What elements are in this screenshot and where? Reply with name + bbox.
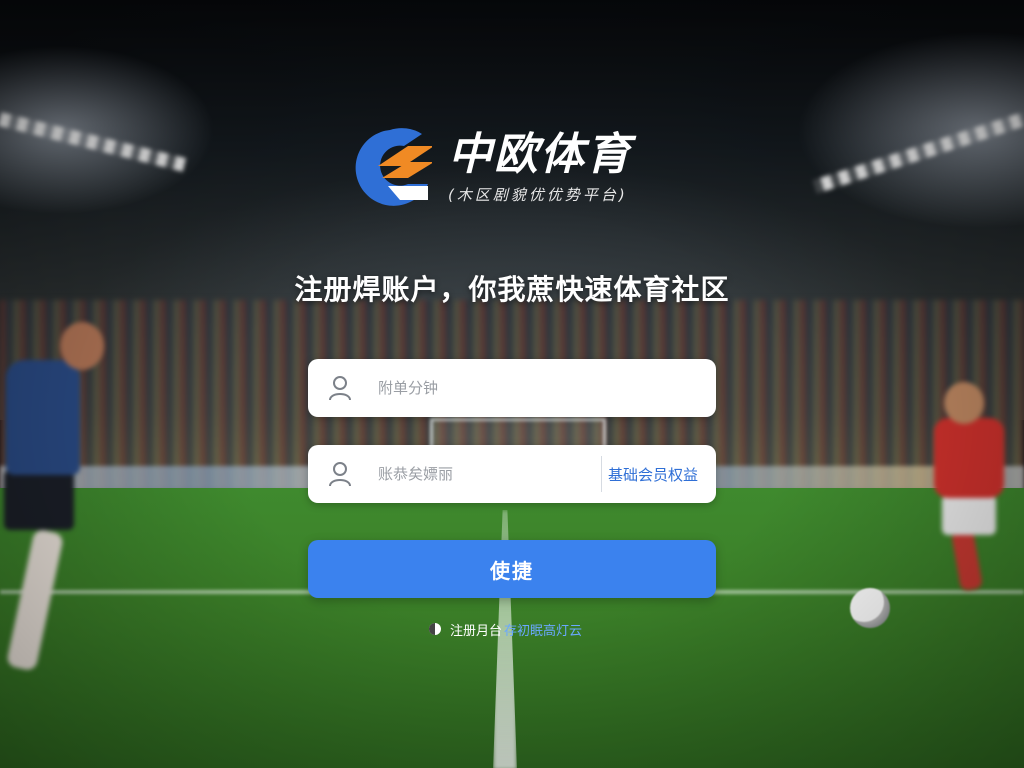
agreement-row[interactable]: 注册月台 存初眠高灯云 [428, 619, 582, 639]
brand-slogan: (木区剧貌优优势平台) [448, 186, 628, 204]
brand-name: 中欧体育 [448, 129, 632, 180]
member-benefits-link[interactable]: 基础会员权益 [602, 464, 716, 485]
user-icon [329, 462, 351, 487]
radio-dot-icon[interactable] [428, 622, 442, 636]
account-field[interactable] [308, 359, 716, 417]
page-headline: 注册焊账户，你我蔗快速体育社区 [294, 273, 730, 306]
brand-logo: 中欧体育 (木区剧貌优优势平台) [348, 126, 678, 206]
password-field[interactable]: 基础会员权益 [308, 445, 716, 503]
password-input[interactable] [376, 453, 601, 495]
user-icon [329, 376, 351, 401]
agreement-link[interactable]: 存初眠高灯云 [504, 620, 582, 639]
brand-logo-icon [355, 128, 432, 206]
submit-button[interactable]: 使捷 [308, 540, 716, 598]
agreement-text: 注册月台 [450, 623, 503, 639]
account-input[interactable] [376, 367, 716, 409]
